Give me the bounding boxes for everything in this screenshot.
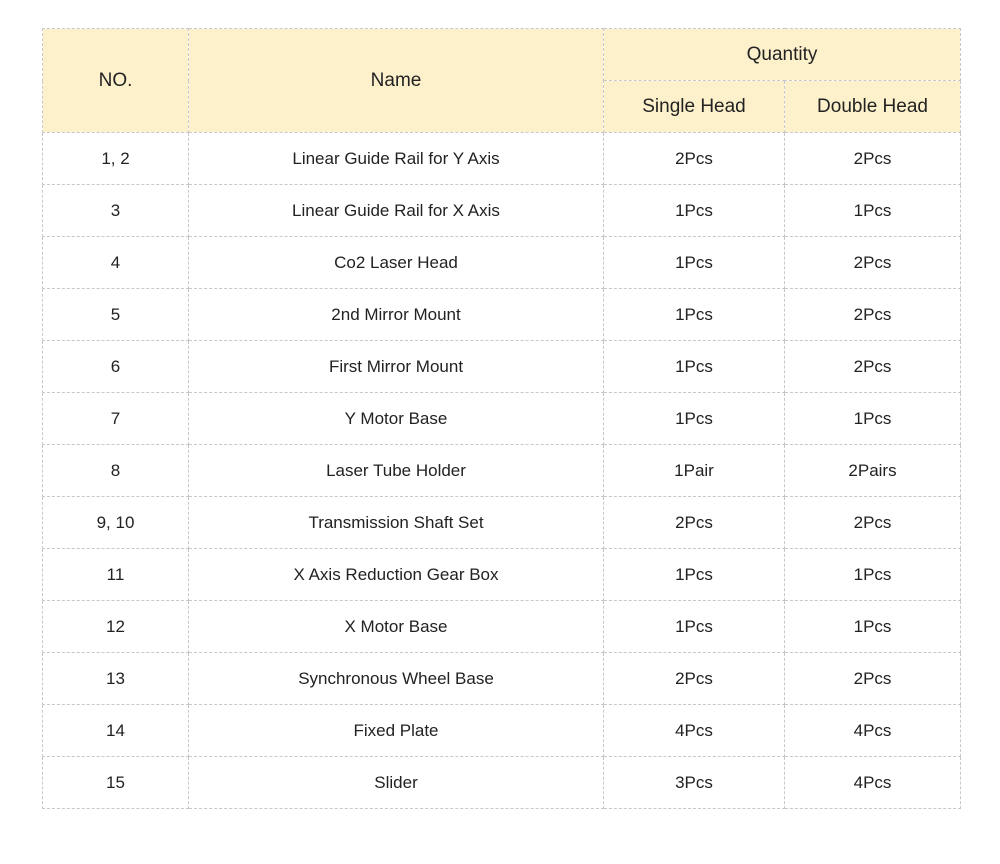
cell-name: 2nd Mirror Mount <box>188 288 604 341</box>
header-row-top: NO. Name Quantity <box>42 28 962 133</box>
cell-single-head: 1Pcs <box>603 184 785 237</box>
cell-no: 6 <box>42 340 189 393</box>
cell-name: Linear Guide Rail for Y Axis <box>188 132 604 185</box>
table-body: 1, 2 Linear Guide Rail for Y Axis 2Pcs 2Pcs… <box>42 132 962 809</box>
header-quantity: Quantity <box>602 28 962 81</box>
parts-table: NO. Name Quantity Single Head Double Hea… <box>42 28 962 809</box>
cell-name: Laser Tube Holder <box>188 444 604 497</box>
cell-name: X Motor Base <box>188 600 604 653</box>
cell-single-head: 4Pcs <box>603 704 785 757</box>
table-row: 13 Synchronous Wheel Base 2Pcs 2Pcs <box>42 652 962 705</box>
cell-no: 4 <box>42 236 189 289</box>
cell-single-head: 1Pair <box>603 444 785 497</box>
cell-single-head: 3Pcs <box>603 756 785 809</box>
cell-name: Synchronous Wheel Base <box>188 652 604 705</box>
cell-single-head: 2Pcs <box>603 132 785 185</box>
cell-name: Co2 Laser Head <box>188 236 604 289</box>
cell-double-head: 2Pcs <box>783 236 962 289</box>
cell-double-head: 1Pcs <box>783 548 962 601</box>
table-row: 8 Laser Tube Holder 1Pair 2Pairs <box>42 444 962 497</box>
cell-single-head: 1Pcs <box>603 600 785 653</box>
cell-name: Y Motor Base <box>188 392 604 445</box>
table-row: 1, 2 Linear Guide Rail for Y Axis 2Pcs 2Pcs <box>42 132 962 185</box>
cell-single-head: 1Pcs <box>603 548 785 601</box>
cell-single-head: 2Pcs <box>603 496 785 549</box>
header-no: NO. <box>42 28 189 133</box>
table-row: 12 X Motor Base 1Pcs 1Pcs <box>42 600 962 653</box>
cell-name: Transmission Shaft Set <box>188 496 604 549</box>
cell-name: Fixed Plate <box>188 704 604 757</box>
cell-name: Slider <box>188 756 604 809</box>
header-single-head: Single Head <box>603 80 785 133</box>
cell-no: 9, 10 <box>42 496 189 549</box>
cell-double-head: 1Pcs <box>783 600 962 653</box>
table-row: 9, 10 Transmission Shaft Set 2Pcs 2Pcs <box>42 496 962 549</box>
cell-single-head: 1Pcs <box>603 236 785 289</box>
cell-double-head: 2Pcs <box>783 288 962 341</box>
cell-double-head: 4Pcs <box>783 704 962 757</box>
table-row: 14 Fixed Plate 4Pcs 4Pcs <box>42 704 962 757</box>
cell-double-head: 1Pcs <box>783 392 962 445</box>
cell-double-head: 2Pcs <box>783 340 962 393</box>
cell-no: 7 <box>42 392 189 445</box>
table-row: 3 Linear Guide Rail for X Axis 1Pcs 1Pcs <box>42 184 962 237</box>
table-row: 11 X Axis Reduction Gear Box 1Pcs 1Pcs <box>42 548 962 601</box>
cell-no: 14 <box>42 704 189 757</box>
cell-no: 1, 2 <box>42 132 189 185</box>
header-double-head: Double Head <box>783 80 962 133</box>
table-row: 5 2nd Mirror Mount 1Pcs 2Pcs <box>42 288 962 341</box>
cell-no: 3 <box>42 184 189 237</box>
cell-double-head: 4Pcs <box>783 756 962 809</box>
cell-no: 15 <box>42 756 189 809</box>
cell-double-head: 1Pcs <box>783 184 962 237</box>
cell-single-head: 2Pcs <box>603 652 785 705</box>
table-row: 4 Co2 Laser Head 1Pcs 2Pcs <box>42 236 962 289</box>
cell-double-head: 2Pcs <box>783 496 962 549</box>
header-name: Name <box>188 28 604 133</box>
cell-double-head: 2Pairs <box>783 444 962 497</box>
cell-single-head: 1Pcs <box>603 392 785 445</box>
cell-single-head: 1Pcs <box>603 340 785 393</box>
cell-single-head: 1Pcs <box>603 288 785 341</box>
cell-no: 11 <box>42 548 189 601</box>
table-header: NO. Name Quantity Single Head Double Hea… <box>42 28 962 133</box>
cell-name: Linear Guide Rail for X Axis <box>188 184 604 237</box>
cell-no: 8 <box>42 444 189 497</box>
cell-double-head: 2Pcs <box>783 652 962 705</box>
cell-double-head: 2Pcs <box>783 132 962 185</box>
table-row: 7Y Motor Base 1Pcs 1Pcs <box>42 392 962 445</box>
cell-name: X Axis Reduction Gear Box <box>188 548 604 601</box>
table-row: 6 First Mirror Mount 1Pcs 2Pcs <box>42 340 962 393</box>
cell-no: 12 <box>42 600 189 653</box>
cell-name: First Mirror Mount <box>188 340 604 393</box>
cell-no: 13 <box>42 652 189 705</box>
table-row: 15 Slider 3Pcs 4Pcs <box>42 756 962 809</box>
cell-no: 5 <box>42 288 189 341</box>
